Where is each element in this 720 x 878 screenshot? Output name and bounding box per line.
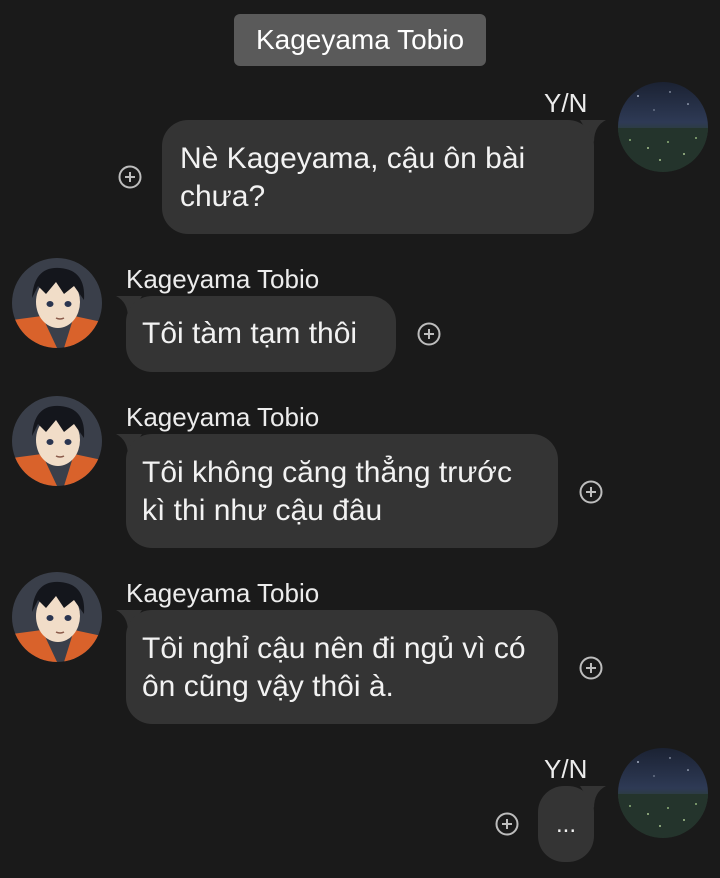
add-reaction-icon[interactable]	[118, 165, 142, 189]
anime-boy-avatar-icon	[12, 396, 102, 486]
message-bubble[interactable]: Tôi nghỉ cậu nên đi ngủ vì có ôn cũng vậ…	[126, 610, 558, 724]
message-bubble[interactable]: Tôi không căng thẳng trước kì thi như cậ…	[126, 434, 558, 548]
avatar-kageyama[interactable]	[12, 396, 102, 486]
message-bubble[interactable]: Nè Kageyama, cậu ôn bài chưa?	[162, 120, 594, 234]
night-sky-field-avatar-icon	[618, 82, 708, 172]
add-reaction-icon[interactable]	[579, 656, 603, 680]
add-reaction-icon[interactable]	[579, 480, 603, 504]
sender-name-kageyama: Kageyama Tobio	[126, 402, 320, 432]
message-bubble[interactable]: ...	[538, 786, 594, 862]
night-sky-field-avatar-icon	[618, 748, 708, 838]
avatar-kageyama[interactable]	[12, 258, 102, 348]
avatar-kageyama[interactable]	[12, 572, 102, 662]
anime-boy-avatar-icon	[12, 572, 102, 662]
message-bubble[interactable]: Tôi tàm tạm thôi	[126, 296, 396, 372]
avatar-yn[interactable]	[618, 748, 708, 838]
avatar-yn[interactable]	[618, 82, 708, 172]
sender-name-yn: Y/N	[544, 88, 588, 118]
chat-title: Kageyama Tobio	[234, 14, 486, 66]
anime-boy-avatar-icon	[12, 258, 102, 348]
add-reaction-icon[interactable]	[417, 322, 441, 346]
sender-name-yn: Y/N	[544, 754, 588, 784]
add-reaction-icon[interactable]	[495, 812, 519, 836]
sender-name-kageyama: Kageyama Tobio	[126, 264, 320, 294]
sender-name-kageyama: Kageyama Tobio	[126, 578, 320, 608]
